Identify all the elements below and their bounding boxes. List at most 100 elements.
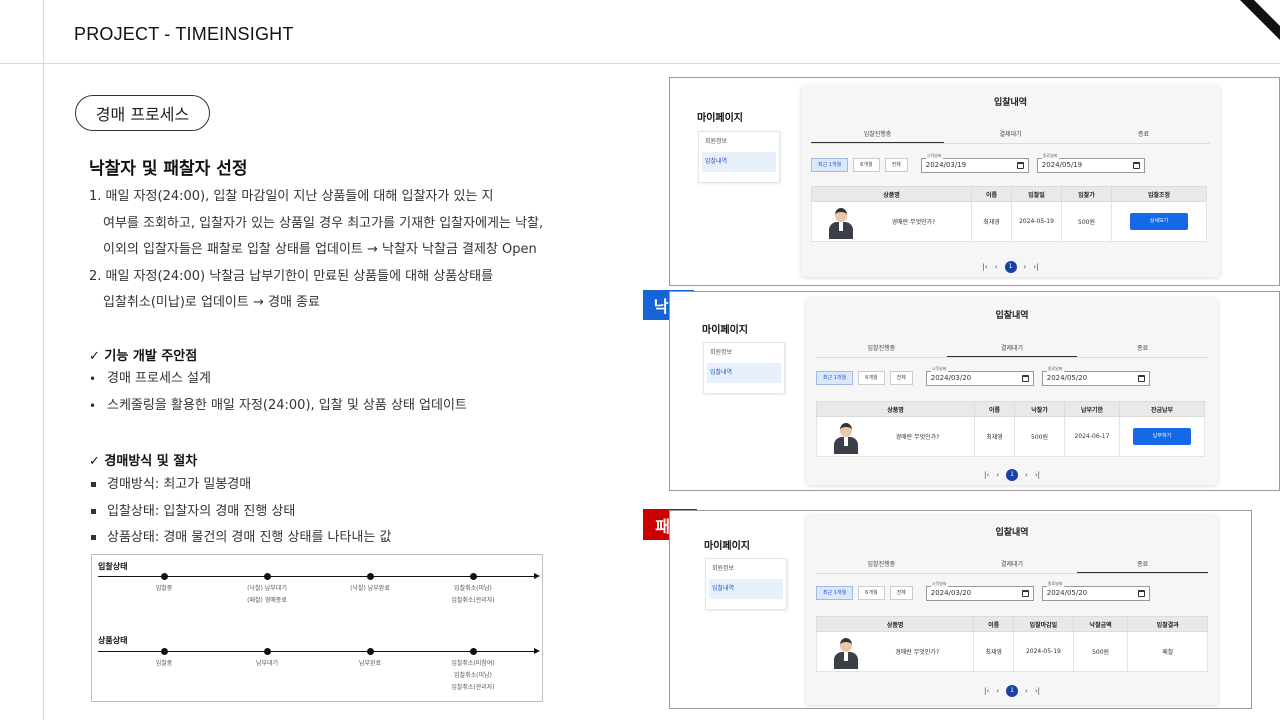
card-title: 입찰내역 xyxy=(995,311,1029,321)
prev-page-icon[interactable]: ‹ xyxy=(996,687,999,695)
next-page-icon[interactable]: › xyxy=(1024,263,1027,271)
table-header-row: 상품명 이름 낙찰가 납부기한 잔금납부 xyxy=(816,401,1205,417)
bid-state-label: 입찰상태 xyxy=(98,562,128,571)
tab-bidding[interactable]: 입찰진행중 xyxy=(811,128,944,143)
prev-page-icon[interactable]: ‹ xyxy=(996,471,999,479)
product-thumbnail[interactable] xyxy=(826,204,856,239)
filter-6months-button[interactable]: 6개월 xyxy=(853,158,880,172)
start-date-field[interactable]: 시작날짜 2024/03/19 xyxy=(920,152,1029,173)
product-state-node-label: 납부대기 xyxy=(255,660,279,667)
detail-button[interactable]: 상세보기 xyxy=(1130,213,1188,230)
filter-1month-button[interactable]: 최근 1개월 xyxy=(816,586,854,600)
bid-state-node xyxy=(264,573,271,580)
product-thumbnail[interactable] xyxy=(831,634,861,669)
tab-payment-pending[interactable]: 결제대기 xyxy=(946,342,1078,357)
next-page-icon[interactable]: › xyxy=(1025,471,1028,479)
filter-1month-button[interactable]: 최근 1개월 xyxy=(816,371,854,385)
product-state-node-label: 입찰취소(미참여) xyxy=(451,660,495,667)
table-row: 경매란 무엇인가? 최재영 500원 2024-06-17 납부하기 xyxy=(816,416,1205,457)
corner-decoration-inner xyxy=(1254,0,1280,26)
end-date-field[interactable]: 종료날짜 2024/05/20 xyxy=(1041,365,1150,386)
page-title: PROJECT - TIMEINSIGHT xyxy=(74,24,294,44)
status-tabs: 입찰진행중 결제대기 종료 xyxy=(816,558,1209,574)
sidebar-item-bid-history[interactable]: 입찰내역 xyxy=(702,152,776,172)
table-row: 경매란 무엇인가? 최재영 2024-05-19 500원 패찰 xyxy=(815,631,1208,672)
sidebar-item-bid-history[interactable]: 입찰내역 xyxy=(707,363,781,383)
pagination: |‹ ‹ 1 › ›| xyxy=(801,261,1220,273)
last-page-icon[interactable]: ›| xyxy=(1035,471,1040,479)
calendar-icon[interactable] xyxy=(1132,161,1140,169)
sidebar-item-member-info[interactable]: 회원정보 xyxy=(699,132,779,152)
prev-page-icon[interactable]: ‹ xyxy=(995,263,998,271)
screenshot-bid-history: 마이페이지 회원정보 입찰내역 입찰내역 입찰진행중 결제대기 종료 최근 1개… xyxy=(669,77,1280,286)
bullet-icon: • xyxy=(89,372,97,386)
tab-payment-pending[interactable]: 결제대기 xyxy=(944,128,1077,143)
bid-history-card: 입찰내역 입찰진행중 결제대기 종료 최근 1개월 6개월 전체 시작날짜 202… xyxy=(806,297,1218,485)
end-date-field[interactable]: 종료날짜 2024/05/19 xyxy=(1036,152,1145,173)
sidebar-item-bid-history[interactable]: 입찰내역 xyxy=(709,579,783,599)
tab-bidding[interactable]: 입찰진행중 xyxy=(816,342,947,357)
list-item: 상품상태: 경매 물건의 경매 진행 상태를 나타내는 값 xyxy=(89,525,391,552)
tab-closed[interactable]: 종료 xyxy=(1077,128,1210,143)
pagination: |‹ ‹ 1 › ›| xyxy=(806,469,1218,481)
page-1-button[interactable]: 1 xyxy=(1006,469,1018,481)
filter-all-button[interactable]: 전체 xyxy=(889,371,913,385)
winning-bid-table: 상품명 이름 낙찰가 납부기한 잔금납부 경매란 무엇인가? 최재영 500원 … xyxy=(816,401,1205,457)
calendar-icon[interactable] xyxy=(1137,589,1145,597)
filter-bar: 최근 1개월 6개월 전체 시작날짜 2024/03/20 종료날짜 2024/05… xyxy=(816,580,1208,602)
product-state-node xyxy=(264,648,271,655)
caution-list: • 경매 프로세스 설계 • 스케줄링을 활용한 매일 자정(24:00), 입찰 … xyxy=(89,366,467,419)
page-1-button[interactable]: 1 xyxy=(1004,261,1017,273)
bid-state-node xyxy=(470,573,477,580)
card-title: 입찰내역 xyxy=(995,528,1029,538)
body-line: 1. 매일 자정(24:00), 입찰 마감일이 지난 상품들에 대해 입찰자가… xyxy=(89,189,494,204)
tab-closed[interactable]: 종료 xyxy=(1077,558,1209,573)
first-page-icon[interactable]: |‹ xyxy=(984,471,989,479)
calendar-icon[interactable] xyxy=(1021,374,1029,382)
mypage-sidebar: 회원정보 입찰내역 xyxy=(698,131,780,183)
filter-all-button[interactable]: 전체 xyxy=(889,586,913,600)
list-item: • 경매 프로세스 설계 xyxy=(89,366,467,393)
status-tabs: 입찰진행중 결제대기 종료 xyxy=(816,342,1208,358)
square-bullet-icon xyxy=(89,525,107,552)
body-line: 입찰취소(미납)로 업데이트 → 경매 종료 xyxy=(103,295,320,310)
tab-payment-pending[interactable]: 결제대기 xyxy=(947,558,1078,573)
product-state-node xyxy=(161,648,168,655)
bid-state-node-label: 입찰중 xyxy=(155,585,173,592)
start-date-field[interactable]: 시작날짜 2024/03/20 xyxy=(925,580,1034,601)
frame-horizontal-divider xyxy=(0,63,1280,64)
last-page-icon[interactable]: ›| xyxy=(1033,263,1038,271)
mypage-title: 마이페이지 xyxy=(704,541,750,552)
start-date-field[interactable]: 시작날짜 2024/03/20 xyxy=(925,365,1034,386)
filter-1month-button[interactable]: 최근 1개월 xyxy=(811,158,849,172)
product-thumbnail[interactable] xyxy=(831,419,861,454)
tab-closed[interactable]: 종료 xyxy=(1077,342,1208,357)
status-tabs: 입찰진행중 결제대기 종료 xyxy=(811,128,1210,144)
pay-button[interactable]: 납부하기 xyxy=(1133,428,1191,445)
next-page-icon[interactable]: › xyxy=(1025,687,1028,695)
end-date-field[interactable]: 종료날짜 2024/05/20 xyxy=(1041,580,1150,601)
calendar-icon[interactable] xyxy=(1016,161,1024,169)
product-state-node-label: 납부완료 xyxy=(358,660,382,667)
product-state-label: 상품상태 xyxy=(98,636,128,645)
filter-all-button[interactable]: 전체 xyxy=(884,158,908,172)
state-diagram: 입찰상태 입찰중 (낙찰) 납부대기 (패찰) 경매종료 (낙찰) 납부완료 입찰취소(… xyxy=(91,554,543,702)
method-list: 경매방식: 최고가 밀봉경매 입찰상태: 입찰자의 경매 진행 상태 상품상태:… xyxy=(89,472,391,552)
page-1-button[interactable]: 1 xyxy=(1006,685,1018,697)
filter-bar: 최근 1개월 6개월 전체 시작날짜 2024/03/20 종료날짜 2024/05… xyxy=(816,365,1208,387)
screenshot-winning-bid: 마이페이지 회원정보 입찰내역 입찰내역 입찰진행중 결제대기 종료 최근 1개… xyxy=(669,291,1280,491)
frame-vertical-divider xyxy=(43,0,44,720)
bid-state-node-label: (낙찰) 납부대기 xyxy=(247,585,287,592)
filter-6months-button[interactable]: 6개월 xyxy=(858,371,885,385)
filter-6months-button[interactable]: 6개월 xyxy=(858,586,885,600)
calendar-icon[interactable] xyxy=(1137,374,1145,382)
sidebar-item-member-info[interactable]: 회원정보 xyxy=(706,559,786,579)
first-page-icon[interactable]: |‹ xyxy=(983,263,988,271)
bid-table: 상품명 이름 입찰일 입찰가 입찰조정 경매란 무엇인가? 최재영 2024-0… xyxy=(811,186,1207,242)
first-page-icon[interactable]: |‹ xyxy=(984,687,989,695)
filter-bar: 최근 1개월 6개월 전체 시작날짜 2024/03/19 종료날짜 2024/05… xyxy=(811,152,1210,174)
last-page-icon[interactable]: ›| xyxy=(1035,687,1040,695)
sidebar-item-member-info[interactable]: 회원정보 xyxy=(704,343,784,363)
tab-bidding[interactable]: 입찰진행중 xyxy=(816,558,947,573)
calendar-icon[interactable] xyxy=(1021,589,1029,597)
